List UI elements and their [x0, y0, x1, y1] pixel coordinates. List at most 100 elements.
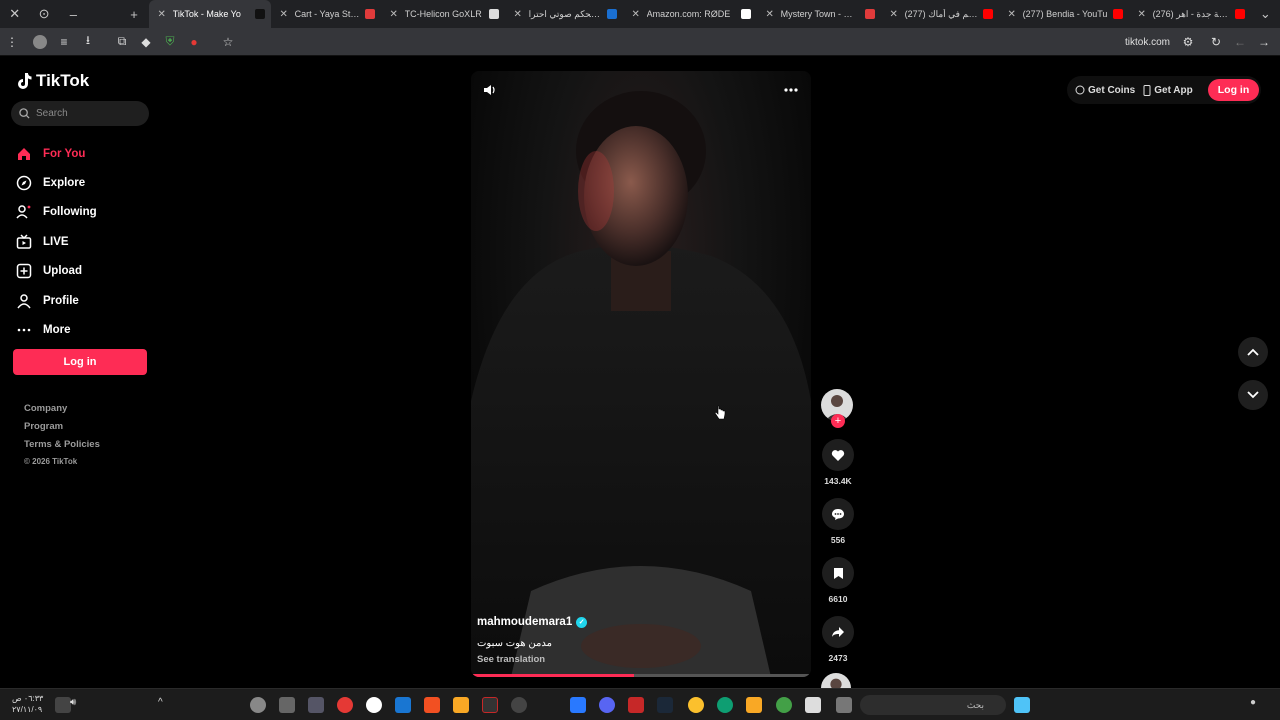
- comment-action[interactable]: 556: [821, 498, 855, 545]
- top-login-button[interactable]: Log in: [1208, 79, 1259, 101]
- app-icon[interactable]: [366, 697, 382, 713]
- tiktok-logo[interactable]: TikTok: [16, 71, 89, 91]
- close-tab-icon[interactable]: ✕: [155, 9, 169, 20]
- steelseries-icon[interactable]: [250, 697, 266, 713]
- follow-plus-icon[interactable]: +: [831, 414, 845, 428]
- volume-tray-icon[interactable]: 🔊︎: [70, 697, 86, 713]
- chevron-down-icon: [1247, 391, 1259, 399]
- get-coins-button[interactable]: Get Coins: [1075, 85, 1135, 96]
- sidebar: TikTok Search For You Explore Following LIV…: [0, 57, 160, 687]
- close-tab-icon[interactable]: ✕: [277, 9, 291, 20]
- address-bar[interactable]: tiktok.com: [212, 31, 1228, 53]
- live-icon: [16, 234, 32, 250]
- browser-tab[interactable]: ✕(277) رميتاهم في أماك: [881, 0, 999, 28]
- chrome-icon[interactable]: [688, 697, 704, 713]
- close-tab-icon[interactable]: ✕: [1135, 9, 1149, 20]
- save-action[interactable]: 6610: [821, 557, 855, 604]
- office-icon[interactable]: [424, 697, 440, 713]
- app-icon[interactable]: [482, 697, 498, 713]
- browser-tab[interactable]: ✕ Amazon.com: RØDE: [623, 0, 757, 28]
- extension-icon[interactable]: ◆: [134, 30, 158, 54]
- chat-icon[interactable]: ●: [1250, 697, 1266, 713]
- volume-icon[interactable]: [483, 83, 497, 97]
- browser-tab[interactable]: ✕ (276) ايقونة جدة - اهر: [1129, 0, 1251, 28]
- sidebar-item-more[interactable]: More: [16, 315, 97, 344]
- sidebar-login-button[interactable]: Log in: [13, 349, 147, 375]
- close-tab-icon[interactable]: ✕: [887, 9, 901, 20]
- notification-icon[interactable]: [55, 697, 71, 713]
- footer-link-company[interactable]: Company: [24, 403, 100, 421]
- extensions-icon[interactable]: ⧉: [110, 30, 134, 54]
- discord-icon[interactable]: [599, 697, 615, 713]
- close-icon[interactable]: ✕: [0, 0, 29, 28]
- app-icon[interactable]: [511, 697, 527, 713]
- tray-overflow-icon[interactable]: ^: [158, 697, 174, 713]
- sidebar-item-for-you[interactable]: For You: [16, 139, 97, 168]
- see-translation-link[interactable]: See translation: [477, 654, 797, 665]
- profile-avatar-icon[interactable]: [28, 30, 52, 54]
- browser-tab[interactable]: ✕Cart - Yaya Station: [271, 0, 381, 28]
- close-tab-icon[interactable]: ✕: [629, 9, 643, 20]
- previous-video-button[interactable]: [1238, 337, 1268, 367]
- more-options-icon[interactable]: [783, 87, 799, 93]
- start-icon[interactable]: [1014, 697, 1030, 713]
- task-view-icon[interactable]: [836, 697, 852, 713]
- menu-dots-icon[interactable]: ⋮: [0, 30, 24, 54]
- like-action[interactable]: 143.4K: [821, 439, 855, 486]
- share-action[interactable]: 2473: [821, 616, 855, 663]
- browser-tab[interactable]: ✕ (277) Bendia - YouTu: [999, 0, 1129, 28]
- taskbar-search-input[interactable]: بحث: [860, 695, 1006, 715]
- footer-link-terms[interactable]: Terms & Policies: [24, 439, 100, 457]
- adblock-icon[interactable]: ●: [182, 30, 206, 54]
- close-tab-icon[interactable]: ✕: [387, 9, 401, 20]
- tab-list-chevron-icon[interactable]: ⌄: [1251, 0, 1280, 28]
- app-icon[interactable]: [570, 697, 586, 713]
- author-avatar-block: +: [821, 389, 855, 437]
- close-tab-icon[interactable]: ✕: [763, 9, 777, 20]
- forward-icon[interactable]: →: [1252, 30, 1276, 54]
- new-tab-button[interactable]: +: [119, 0, 148, 28]
- app-icon[interactable]: [453, 697, 469, 713]
- sidebar-item-profile[interactable]: Profile: [16, 286, 97, 315]
- sidebar-item-live[interactable]: LIVE: [16, 227, 97, 256]
- app-icon[interactable]: [628, 697, 644, 713]
- close-tab-icon[interactable]: ✕: [1005, 9, 1019, 20]
- video-description: مدمن هوت سبوت: [477, 638, 552, 649]
- close-tab-icon[interactable]: ✕: [511, 9, 525, 20]
- steam-icon[interactable]: [657, 697, 673, 713]
- video-player[interactable]: mahmoudemara1 ✓ مدمن هوت سبوت See transl…: [471, 71, 811, 677]
- sidebar-item-following[interactable]: Following: [16, 198, 97, 227]
- site-settings-icon[interactable]: ⚙: [1176, 30, 1200, 54]
- browser-tab[interactable]: ✕ TC-Helicon GoXLR: [381, 0, 505, 28]
- reload-icon[interactable]: ↻: [1204, 30, 1228, 54]
- author-username[interactable]: mahmoudemara1: [477, 616, 572, 628]
- browser-tab[interactable]: ✕ Mystery Town - MT S: [757, 0, 881, 28]
- shield-icon[interactable]: ⛨: [158, 30, 182, 54]
- reading-list-icon[interactable]: ≡: [52, 30, 76, 54]
- minimize-icon[interactable]: –: [59, 0, 88, 28]
- edge-icon[interactable]: [717, 697, 733, 713]
- app-icon[interactable]: [776, 697, 792, 713]
- footer-copyright: © 2026 TikTok: [24, 457, 78, 466]
- sidebar-item-upload[interactable]: Upload: [16, 257, 97, 286]
- system-clock[interactable]: ٠٦:٣٣ ص ٢٧/١١/٠٩: [12, 693, 43, 715]
- footer-link-program[interactable]: Program: [24, 421, 100, 439]
- download-icon[interactable]: ⭳: [76, 30, 100, 54]
- file-explorer-icon[interactable]: [746, 697, 762, 713]
- app-icon[interactable]: [279, 697, 295, 713]
- get-app-button[interactable]: Get App: [1143, 84, 1193, 96]
- sidebar-item-label: Profile: [43, 294, 79, 307]
- video-author[interactable]: mahmoudemara1 ✓: [477, 616, 797, 628]
- search-input[interactable]: Search: [11, 101, 149, 126]
- favicon-icon: [364, 9, 375, 19]
- app-icon[interactable]: [395, 697, 411, 713]
- browser-tab[interactable]: ✕ TikTok - Make Yo: [148, 0, 271, 28]
- app-icon[interactable]: [308, 697, 324, 713]
- store-icon[interactable]: [805, 697, 821, 713]
- next-video-button[interactable]: [1238, 380, 1268, 410]
- tab-search-icon[interactable]: ⊙: [29, 0, 58, 28]
- browser-tab[interactable]: ✕جهاز تحكم صوتي احترا: [505, 0, 623, 28]
- back-icon[interactable]: ←: [1228, 30, 1252, 54]
- sidebar-item-explore[interactable]: Explore: [16, 168, 97, 197]
- app-icon[interactable]: [337, 697, 353, 713]
